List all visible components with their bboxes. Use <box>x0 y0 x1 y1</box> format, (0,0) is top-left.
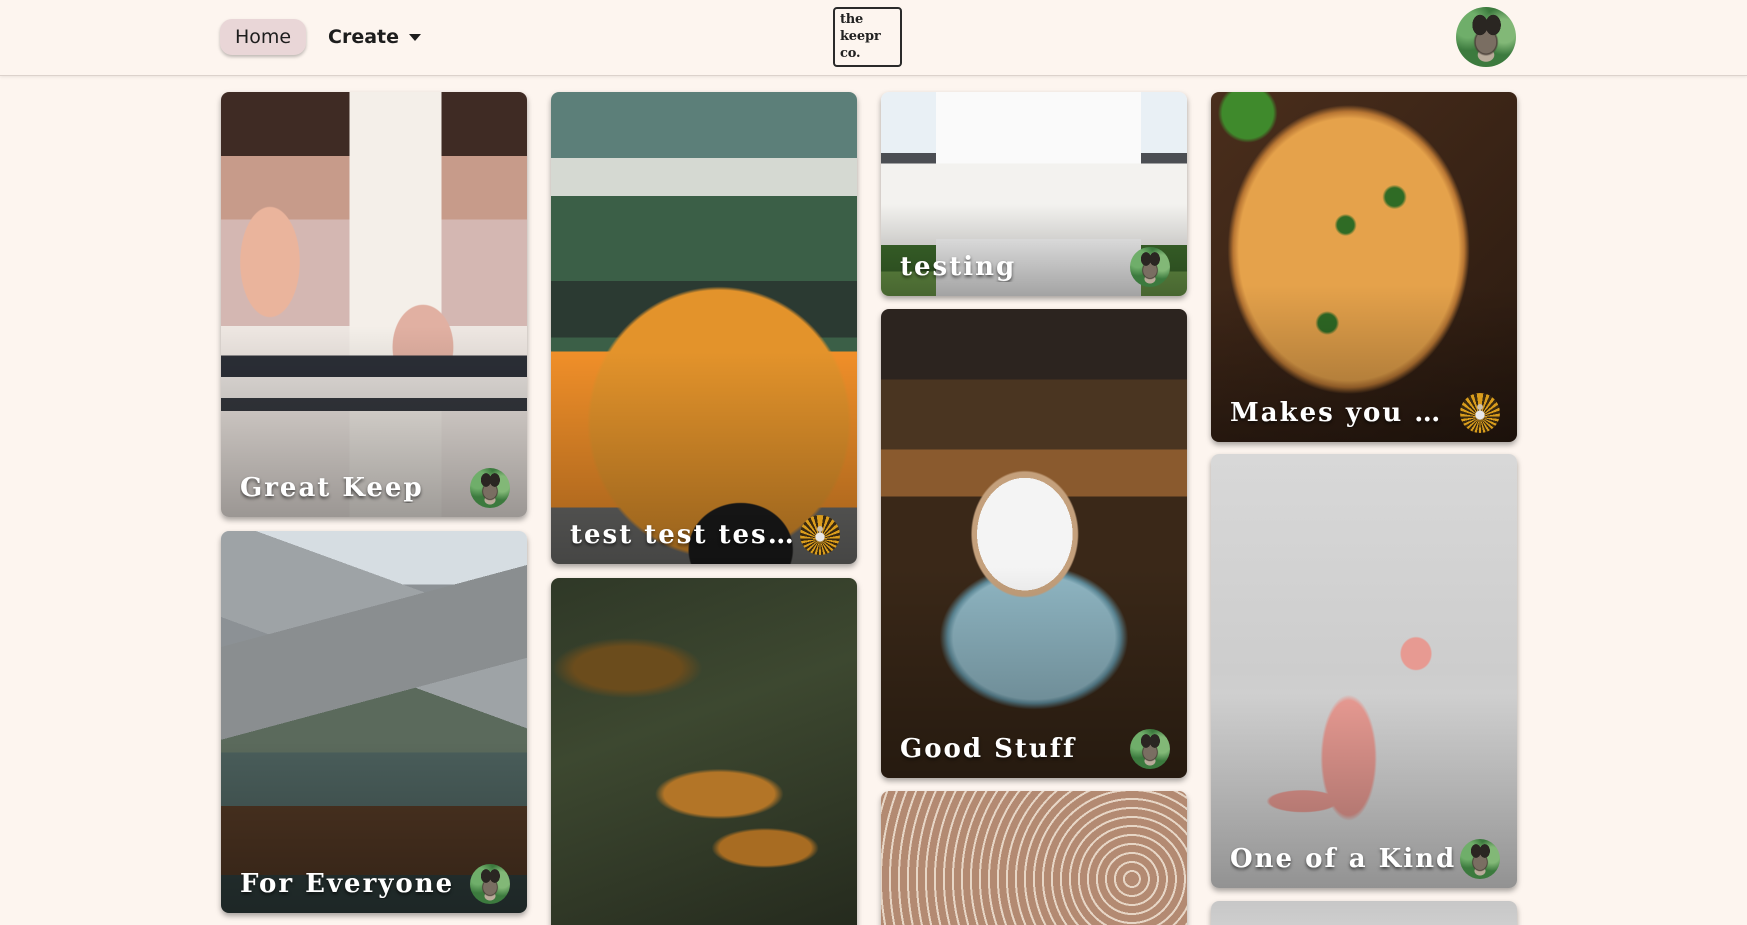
keep-card-title: Good Stuff <box>900 734 1077 764</box>
creator-avatar[interactable] <box>470 864 510 904</box>
gray-image <box>1211 901 1517 925</box>
keep-card[interactable]: Makes you Wo... <box>1211 92 1517 442</box>
logo-line-3: co. <box>840 46 861 61</box>
profile-avatar[interactable] <box>1456 7 1516 67</box>
creator-avatar[interactable] <box>1460 839 1500 879</box>
makeup-palette-image <box>881 791 1187 925</box>
keep-card-title: test test test t... <box>570 520 797 550</box>
creator-avatar[interactable] <box>470 468 510 508</box>
keep-card[interactable]: For Everyone <box>221 531 527 913</box>
keep-card[interactable] <box>881 791 1187 925</box>
keep-card-title: One of a Kind <box>1230 844 1457 874</box>
keep-card[interactable]: One of a Kind <box>1211 454 1517 888</box>
keep-card[interactable]: testing <box>881 92 1187 296</box>
creator-avatar[interactable] <box>1460 393 1500 433</box>
keepr-logo[interactable]: the keepr co. <box>833 7 902 67</box>
keep-card-title: Makes you Wo... <box>1230 398 1457 428</box>
chevron-down-icon <box>409 33 421 41</box>
blurred-flowers-image <box>551 578 857 925</box>
keep-card[interactable]: test test test t... <box>551 92 857 564</box>
top-navbar: Home Create the keepr co. <box>0 0 1747 76</box>
keep-card[interactable]: Good Stuff <box>881 309 1187 778</box>
keep-card-title: testing <box>900 252 1017 282</box>
creator-avatar[interactable] <box>800 515 840 555</box>
create-label: Create <box>328 26 399 48</box>
keep-card-title: For Everyone <box>240 869 455 899</box>
keep-card[interactable]: Great Keep <box>221 92 527 517</box>
keep-card-title: Great Keep <box>240 473 424 503</box>
create-dropdown-button[interactable]: Create <box>320 19 424 55</box>
keep-card[interactable] <box>1211 901 1517 925</box>
creator-avatar[interactable] <box>1130 247 1170 287</box>
home-button[interactable]: Home <box>220 19 306 55</box>
creator-avatar[interactable] <box>1130 729 1170 769</box>
keep-card[interactable] <box>551 578 857 925</box>
logo-line-2: keepr <box>840 29 881 44</box>
logo-line-1: the <box>840 12 864 27</box>
